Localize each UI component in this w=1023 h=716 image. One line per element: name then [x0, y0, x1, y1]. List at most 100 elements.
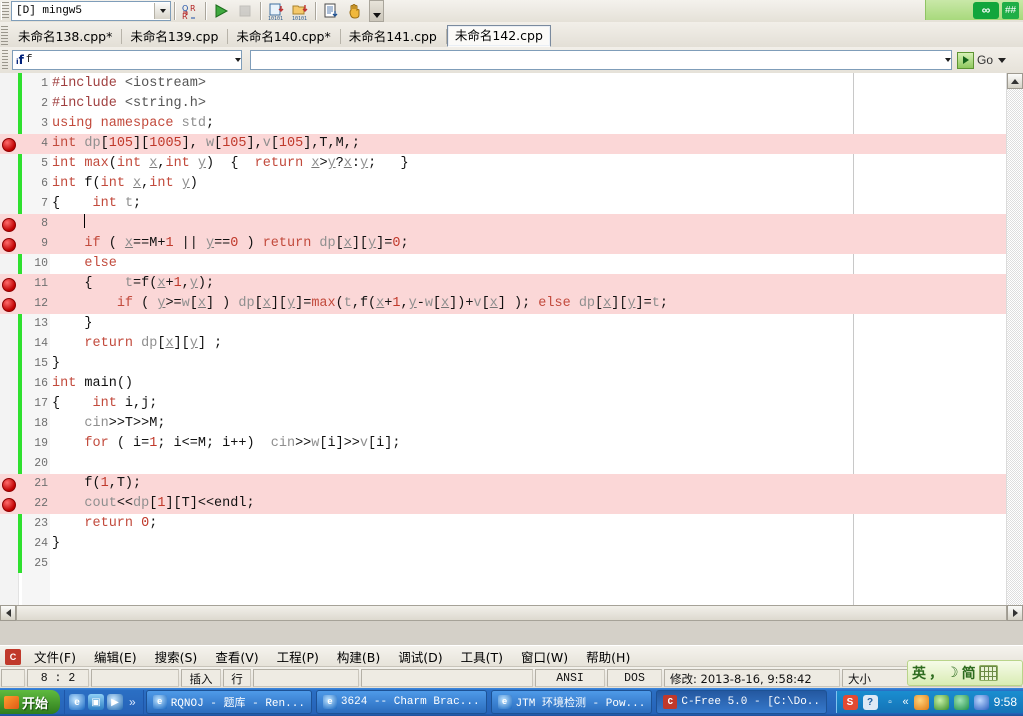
tray-sogou-icon[interactable]: S	[842, 694, 858, 710]
ime-language-bar[interactable]: 英 ， ☽ 简	[907, 660, 1023, 686]
code-line-text[interactable]: else	[52, 254, 116, 274]
line-mode[interactable]: 行	[223, 669, 251, 687]
breakpoint-icon[interactable]	[2, 498, 16, 512]
code-line-row[interactable]	[0, 534, 1023, 554]
menu-project[interactable]: 工程(P)	[268, 645, 328, 668]
scroll-right-button[interactable]	[1007, 605, 1023, 621]
code-editor[interactable]: 1 #include <iostream> 2 #include <string.h>…	[0, 73, 1023, 621]
code-line-row[interactable]	[0, 554, 1023, 574]
goto-history-chevron-icon[interactable]	[945, 58, 951, 62]
tabstrip-grip[interactable]	[1, 26, 8, 46]
toolbar-grip[interactable]	[1, 2, 9, 20]
tab-file-3[interactable]: 未命名141.cpp	[341, 26, 445, 47]
go-chevron-down-icon[interactable]	[998, 57, 1007, 63]
build-and-run-icon[interactable]: 10101	[289, 1, 311, 21]
breakpoint-icon[interactable]	[2, 218, 16, 232]
code-line-row[interactable]	[0, 354, 1023, 374]
search-input[interactable]: ᵢf f	[12, 50, 242, 70]
tab-file-4-selected[interactable]: 未命名142.cpp	[446, 25, 551, 47]
ql-show-desktop-icon[interactable]: ▣	[88, 694, 105, 710]
editor-vertical-scrollbar[interactable]	[1006, 73, 1023, 621]
taskbar-item-rqnoj[interactable]: e RQNOJ - 题库 - Ren...	[145, 690, 312, 714]
build-log-icon[interactable]	[320, 1, 342, 21]
compiler-select[interactable]: [D] mingw5	[11, 1, 171, 21]
code-line-row[interactable]	[0, 254, 1023, 274]
findbar-grip[interactable]	[2, 50, 8, 70]
code-line-text[interactable]: }	[52, 354, 60, 374]
menu-edit[interactable]: 编辑(E)	[85, 645, 146, 668]
ime-moon-icon[interactable]: ☽	[946, 665, 959, 681]
tray-shield-icon[interactable]	[933, 694, 949, 710]
run-icon[interactable]	[210, 1, 232, 21]
goto-input[interactable]	[250, 50, 952, 70]
tray-antivirus-icon[interactable]	[953, 694, 969, 710]
code-line-row[interactable]	[0, 314, 1023, 334]
editor-horizontal-scrollbar[interactable]	[0, 605, 1023, 621]
ime-language-indicator[interactable]: 英	[912, 663, 926, 683]
menu-view[interactable]: 查看(V)	[206, 645, 267, 668]
chevron-down-icon[interactable]	[154, 3, 170, 19]
code-line-text[interactable]: #include <iostream>	[52, 74, 206, 94]
ime-punctuation-icon[interactable]: ，	[929, 663, 943, 683]
ql-media-player-icon[interactable]: ▶	[107, 694, 124, 710]
menu-debug[interactable]: 调试(D)	[389, 645, 451, 668]
taskbar-item-cfree[interactable]: C C-Free 5.0 - [C:\Do..	[656, 690, 827, 714]
pause-hand-icon[interactable]	[344, 1, 366, 21]
code-line-text[interactable]: }	[52, 534, 60, 554]
code-line-row[interactable]	[0, 194, 1023, 214]
code-line-text[interactable]: { t=f(x+1,y);	[52, 274, 214, 294]
code-line-row[interactable]	[0, 454, 1023, 474]
taskbar-clock[interactable]: 9:58	[994, 695, 1017, 709]
menu-help[interactable]: 帮助(H)	[577, 645, 639, 668]
breakpoint-icon[interactable]	[2, 138, 16, 152]
code-line-text[interactable]: for ( i=1; i<=M; i++) cin>>w[i]>>v[i];	[52, 434, 400, 454]
breakpoint-icon[interactable]	[2, 278, 16, 292]
code-line-text[interactable]: int max(int x,int y) { return x>y?x:y; }	[52, 154, 409, 174]
start-button[interactable]: 开始	[0, 690, 61, 714]
code-line-text[interactable]: f(1,T);	[52, 474, 141, 494]
scroll-left-button[interactable]	[0, 605, 16, 621]
code-line-text[interactable]: if ( x==M+1 || y==0 ) return dp[x][y]=0;	[52, 234, 408, 254]
compile-icon[interactable]: 10101	[265, 1, 287, 21]
code-line-text[interactable]: return dp[x][y] ;	[52, 334, 222, 354]
taskbar-item-jtm[interactable]: e JTM 环境检测 - Pow...	[490, 690, 653, 714]
tab-file-0[interactable]: 未命名138.cpp*	[10, 26, 120, 47]
tray-network-icon[interactable]	[973, 694, 989, 710]
soft-keyboard-icon[interactable]	[978, 665, 998, 681]
breakpoint-icon[interactable]	[2, 238, 16, 252]
tray-restore-icon[interactable]: ▫	[883, 695, 898, 710]
code-line-text[interactable]: cout<<dp[1][T]<<endl;	[52, 494, 254, 514]
code-line-text[interactable]: #include <string.h>	[52, 94, 206, 114]
go-button[interactable]: Go	[957, 51, 1007, 69]
ime-script-indicator[interactable]: 简	[962, 663, 976, 683]
line-ending-indicator[interactable]: DOS	[607, 669, 662, 687]
menu-file[interactable]: 文件(F)	[25, 645, 85, 668]
tab-file-1[interactable]: 未命名139.cpp	[122, 26, 226, 47]
tray-help-icon[interactable]: ?	[862, 694, 878, 710]
breakpoint-icon[interactable]	[2, 478, 16, 492]
code-line-text[interactable]: int main()	[52, 374, 133, 394]
menu-build[interactable]: 构建(B)	[328, 645, 389, 668]
taskbar-item-3624[interactable]: e 3624 -- Charm Brac...	[315, 690, 487, 714]
tray-expand-chevron-icon[interactable]: «	[903, 696, 909, 708]
breakpoint-icon[interactable]	[2, 298, 16, 312]
menu-tools[interactable]: 工具(T)	[452, 645, 512, 668]
find-replace-icon[interactable]: Q R R	[179, 1, 201, 21]
code-line-text[interactable]: }	[52, 314, 92, 334]
code-line-text[interactable]: cin>>T>>M;	[52, 414, 165, 434]
code-line-text[interactable]: int f(int x,int y)	[52, 174, 198, 194]
code-line-text[interactable]: int dp[105][1005], w[105],v[105],T,M,;	[52, 134, 360, 154]
menu-search[interactable]: 搜索(S)	[146, 645, 207, 668]
code-line-text[interactable]: using namespace std;	[52, 114, 214, 134]
code-line-row[interactable]	[0, 474, 1023, 494]
scroll-up-button[interactable]	[1007, 73, 1023, 89]
tab-file-2[interactable]: 未命名140.cpp*	[228, 26, 338, 47]
quick-launch-overflow-icon[interactable]: »	[126, 695, 139, 709]
code-line-text[interactable]: { int i,j;	[52, 394, 157, 414]
code-line-row[interactable]	[0, 374, 1023, 394]
code-line-text[interactable]: if ( y>=w[x] ) dp[x][y]=max(t,f(x+1,y-w[…	[52, 294, 668, 314]
code-line-text[interactable]: return 0;	[52, 514, 157, 534]
toolbar-overflow-button[interactable]	[369, 0, 384, 22]
tray-update-icon[interactable]	[913, 694, 929, 710]
horizontal-scroll-thumb[interactable]	[16, 605, 1007, 621]
